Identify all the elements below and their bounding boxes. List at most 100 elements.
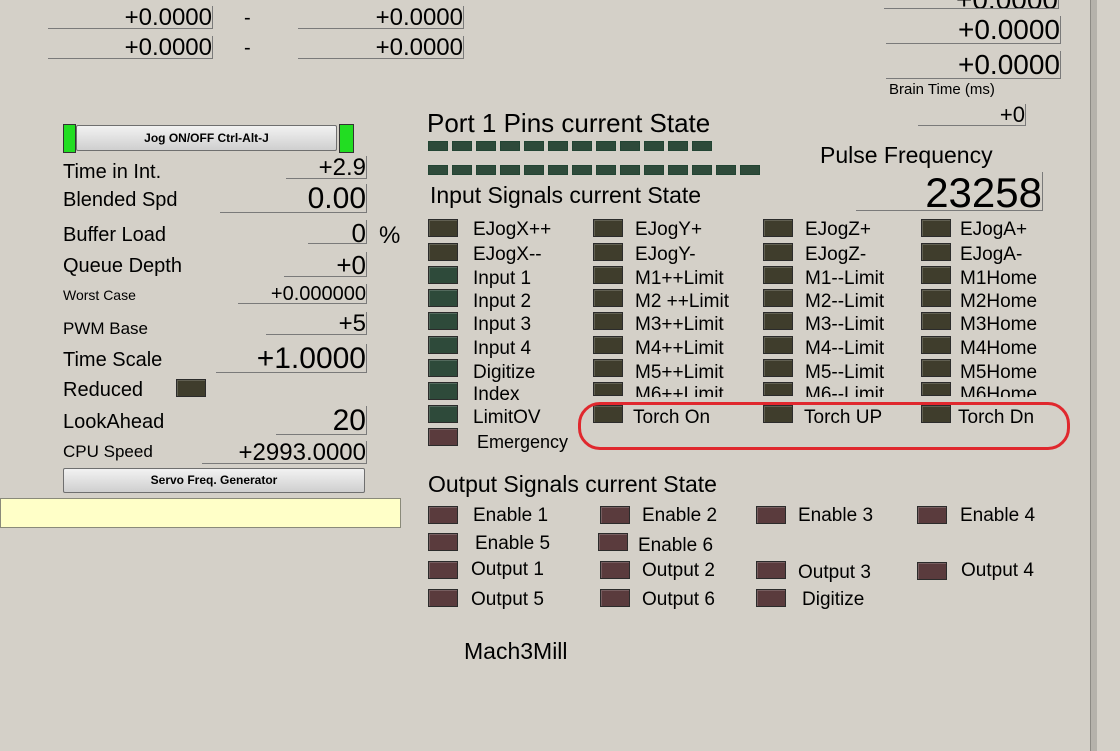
buffer-load-value: 0 xyxy=(308,220,367,244)
led-index xyxy=(428,382,458,400)
window-edge xyxy=(1090,0,1097,751)
sig-m5-minus-limit: M5--Limit xyxy=(805,362,885,383)
profile-name: Mach3Mill xyxy=(464,638,568,664)
out-output-4: Output 4 xyxy=(961,560,1034,581)
led-m4-plus-limit xyxy=(593,336,623,354)
highlight-ring xyxy=(578,402,1070,450)
sig-input-3: Input 3 xyxy=(473,314,532,335)
sig-m6-minus-limit: M6--Limit xyxy=(805,384,885,397)
out-digitize: Digitize xyxy=(802,589,865,610)
led-out-digitize xyxy=(756,589,786,607)
sig-m2-home: M2Home xyxy=(960,291,1038,312)
out-enable-6: Enable 6 xyxy=(638,535,714,556)
sig-ejoga-minus: EJogA- xyxy=(960,244,1023,265)
brain-time-label: Brain Time (ms) xyxy=(889,81,995,98)
m6-plus-limit-clip: M6++Limit xyxy=(635,383,745,397)
sig-m4-minus-limit: M4--Limit xyxy=(805,338,885,359)
brain-time-value: +0 xyxy=(918,104,1026,126)
led-input-4 xyxy=(428,336,458,354)
pin xyxy=(572,165,592,175)
sig-ejogy-plus: EJogY+ xyxy=(635,219,703,240)
reduced-led xyxy=(176,379,206,397)
time-scale-label: Time Scale xyxy=(63,349,163,371)
led-m1-minus-limit xyxy=(763,266,793,284)
led-enable-5 xyxy=(428,533,458,551)
worst-case-value: +0.000000 xyxy=(238,284,367,304)
pulse-frequency-label: Pulse Frequency xyxy=(820,142,993,168)
pin xyxy=(476,141,496,151)
sig-input-4: Input 4 xyxy=(473,338,532,359)
led-output-2 xyxy=(600,561,630,579)
pin xyxy=(644,141,664,151)
led-input-2 xyxy=(428,289,458,307)
led-m5-minus-limit xyxy=(763,359,793,377)
out-enable-3: Enable 3 xyxy=(798,505,874,526)
dro-top-right-2: +0.0000 xyxy=(886,16,1061,44)
sig-ejogy-minus: EJogY- xyxy=(635,244,696,265)
time-in-int-label: Time in Int. xyxy=(63,161,162,183)
sig-m5-plus-limit: M5++Limit xyxy=(635,362,724,383)
sig-m4-plus-limit: M4++Limit xyxy=(635,338,724,359)
led-m6-home xyxy=(921,382,951,396)
servo-freq-generator-button[interactable]: Servo Freq. Generator xyxy=(63,468,365,493)
sig-ejoga-plus: EJogA+ xyxy=(960,219,1028,240)
sig-m3-home: M3Home xyxy=(960,314,1038,335)
out-enable-2: Enable 2 xyxy=(642,505,718,526)
pin xyxy=(596,141,616,151)
pin xyxy=(620,165,640,175)
pin xyxy=(524,141,544,151)
sig-m4-home: M4Home xyxy=(960,338,1038,359)
sig-digitize: Digitize xyxy=(473,362,536,383)
pin xyxy=(668,141,688,151)
pin xyxy=(620,141,640,151)
port-pins-row-2 xyxy=(428,165,760,175)
jog-toggle-button[interactable]: Jog ON/OFF Ctrl-Alt-J xyxy=(76,125,337,151)
blended-spd-label: Blended Spd xyxy=(63,189,178,211)
led-m5-plus-limit xyxy=(593,359,623,377)
queue-depth-value: +0 xyxy=(284,252,367,277)
sig-ejogx-minus: EJogX-- xyxy=(473,244,542,265)
led-m2-home xyxy=(921,289,951,307)
dro-top-left-2a: +0.0000 xyxy=(48,36,213,59)
out-output-1: Output 1 xyxy=(471,559,544,580)
blended-spd-value: 0.00 xyxy=(220,184,367,213)
worst-case-label: Worst Case xyxy=(63,287,136,303)
dash-1: - xyxy=(244,7,251,29)
out-enable-5: Enable 5 xyxy=(475,533,551,554)
pin xyxy=(668,165,688,175)
led-digitize xyxy=(428,359,458,377)
led-enable-2 xyxy=(600,506,630,524)
led-enable-6 xyxy=(598,533,628,551)
sig-ejogz-minus: EJogZ- xyxy=(805,244,867,265)
led-limitov xyxy=(428,405,458,423)
pin xyxy=(548,165,568,175)
pin xyxy=(644,165,664,175)
out-output-5: Output 5 xyxy=(471,589,544,610)
led-output-1 xyxy=(428,561,458,579)
dro-top-right-1: +0.0000 xyxy=(884,0,1059,9)
led-ejogx-minus xyxy=(428,243,458,261)
sig-input-1: Input 1 xyxy=(473,268,532,289)
led-m4-home xyxy=(921,336,951,354)
pin xyxy=(596,165,616,175)
pin xyxy=(692,165,712,175)
led-enable-3 xyxy=(756,506,786,524)
led-m3-plus-limit xyxy=(593,312,623,330)
out-enable-4: Enable 4 xyxy=(960,505,1036,526)
cpu-speed-value: +2993.0000 xyxy=(202,441,367,464)
pin xyxy=(428,165,448,175)
led-m2-minus-limit xyxy=(763,289,793,307)
output-signals-title: Output Signals current State xyxy=(428,471,717,497)
led-enable-4 xyxy=(917,506,947,524)
sig-m3-minus-limit: M3--Limit xyxy=(805,314,885,335)
time-scale-value: +1.0000 xyxy=(216,344,367,373)
led-m3-home xyxy=(921,312,951,330)
led-m1-plus-limit xyxy=(593,266,623,284)
port-pins-row-1 xyxy=(428,141,712,151)
dro-top-left-1b: +0.0000 xyxy=(298,6,464,29)
led-input-1 xyxy=(428,266,458,284)
pin xyxy=(428,141,448,151)
sig-m3-plus-limit: M3++Limit xyxy=(635,314,724,335)
led-emergency xyxy=(428,428,458,446)
port-title: Port 1 Pins current State xyxy=(427,108,711,138)
